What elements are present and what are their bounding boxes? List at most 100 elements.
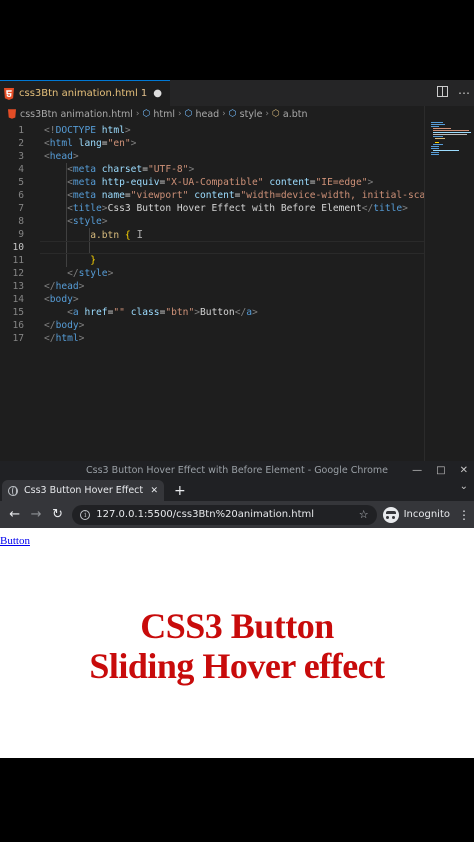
browser-tab-title: Css3 Button Hover Effect wi xyxy=(24,485,145,496)
breadcrumb-selector-label: a.btn xyxy=(282,108,308,120)
minimap-line xyxy=(431,126,439,127)
code-line: 5 <meta http-equiv="X-UA-Compatible" con… xyxy=(0,176,424,189)
url-text: 127.0.0.1:5500/css3Btn%20animation.html xyxy=(96,509,315,520)
line-number: 6 xyxy=(18,190,24,201)
breadcrumb-file[interactable]: css3Btn animation.html xyxy=(8,109,133,120)
line-number: 10 xyxy=(12,242,24,253)
code-line-active: 10 xyxy=(0,241,424,254)
line-number: 2 xyxy=(18,138,24,149)
line-number: 11 xyxy=(12,255,24,266)
split-editor-icon[interactable] xyxy=(437,86,448,100)
editor-actions: ⋯ xyxy=(437,80,470,106)
forward-button[interactable]: → xyxy=(25,507,46,522)
editor-tab-bar: css3Btn animation.html 1 ● ⋯ xyxy=(0,80,474,106)
code-line: 17 </html> xyxy=(0,332,424,345)
minimap-line xyxy=(433,130,469,131)
line-number: 16 xyxy=(12,320,24,331)
html5-icon xyxy=(4,87,14,100)
breadcrumb-head-label: head xyxy=(195,108,220,120)
incognito-icon xyxy=(382,506,399,523)
code-text: a.btn { I xyxy=(90,228,144,241)
unsaved-dot-icon[interactable]: ● xyxy=(153,88,162,99)
page-button-link[interactable]: Button xyxy=(0,535,30,547)
breadcrumb-head[interactable]: ⬡ head xyxy=(185,109,220,120)
code-line: 3 <head> xyxy=(0,150,424,163)
more-actions-icon[interactable]: ⋯ xyxy=(458,86,470,100)
maximize-icon[interactable]: □ xyxy=(436,465,445,476)
close-tab-icon[interactable]: ✕ xyxy=(150,486,158,496)
globe-icon xyxy=(8,485,18,496)
text-cursor-icon: I xyxy=(136,228,144,241)
minimap[interactable] xyxy=(424,106,474,462)
html5-icon xyxy=(8,109,16,119)
code-text: } xyxy=(90,255,96,266)
breadcrumb-file-label: css3Btn animation.html xyxy=(20,108,133,120)
code-line: 2 <html lang="en"> xyxy=(0,137,424,150)
element-cube-icon: ⬡ xyxy=(142,109,151,119)
line-number: 13 xyxy=(12,281,24,292)
minimap-line xyxy=(433,150,459,151)
minimap-line xyxy=(431,154,439,155)
back-button[interactable]: ← xyxy=(4,507,25,522)
video-caption: CSS3 Button Sliding Hover effect xyxy=(0,606,474,686)
editor-tab-css3btn[interactable]: css3Btn animation.html 1 ● xyxy=(0,80,170,106)
incognito-profile-button[interactable]: Incognito xyxy=(382,506,450,523)
caption-line-1: CSS3 Button xyxy=(140,606,334,646)
minimap-line xyxy=(433,132,471,133)
code-line: 7 <title>Css3 Button Hover Effect with B… xyxy=(0,202,424,215)
code-line: 11 } xyxy=(0,254,424,267)
code-text: <style> xyxy=(67,216,108,227)
line-number: 17 xyxy=(12,333,24,344)
chevron-right-icon: › xyxy=(265,109,270,119)
line-number: 5 xyxy=(18,177,24,188)
close-icon[interactable]: ✕ xyxy=(460,465,468,476)
minimap-line xyxy=(431,152,439,153)
chevron-right-icon: › xyxy=(135,109,140,119)
line-number: 4 xyxy=(18,164,24,175)
breadcrumb-style-label: style xyxy=(239,108,263,120)
incognito-label: Incognito xyxy=(403,509,450,520)
window-controls: — □ ✕ xyxy=(412,461,468,479)
browser-tab[interactable]: Css3 Button Hover Effect wi ✕ xyxy=(2,480,164,501)
new-tab-button[interactable]: + xyxy=(174,480,186,501)
address-bar[interactable]: i 127.0.0.1:5500/css3Btn%20animation.htm… xyxy=(72,504,377,525)
code-text: <a href="" class="btn">Button</a> xyxy=(67,307,258,318)
minimap-line xyxy=(431,124,445,125)
code-line: 13 </head> xyxy=(0,280,424,293)
line-number: 9 xyxy=(18,229,24,240)
code-line: 1 <!DOCTYPE html> xyxy=(0,124,424,137)
line-number: 15 xyxy=(12,307,24,318)
code-line: 14 <body> xyxy=(0,293,424,306)
code-text: <meta name="viewport" content="width=dev… xyxy=(67,190,426,201)
code-text: <!DOCTYPE html> xyxy=(44,125,131,136)
line-number: 1 xyxy=(18,125,24,136)
line-number: 7 xyxy=(18,203,24,214)
chevron-down-icon[interactable]: ⌄ xyxy=(460,481,468,492)
bookmark-star-icon[interactable]: ☆ xyxy=(359,508,369,521)
code-text: </head> xyxy=(44,281,85,292)
current-line-highlight xyxy=(40,241,424,254)
code-line: 8 <style> xyxy=(0,215,424,228)
kebab-menu-icon[interactable]: ⋮ xyxy=(458,508,470,522)
element-cube-icon: ⬡ xyxy=(228,109,237,119)
editor-tab-label: css3Btn animation.html xyxy=(19,88,138,99)
site-info-icon[interactable]: i xyxy=(80,509,91,520)
code-editor-window: css3Btn animation.html 1 ● ⋯ css3Btn ani… xyxy=(0,80,474,462)
code-line: 16 </body> xyxy=(0,319,424,332)
reload-button[interactable]: ↻ xyxy=(47,507,68,522)
code-text: </html> xyxy=(44,333,85,344)
browser-toolbar: ← → ↻ i 127.0.0.1:5500/css3Btn%20animati… xyxy=(0,501,474,528)
breadcrumb: css3Btn animation.html › ⬡ html › ⬡ head… xyxy=(0,106,474,122)
breadcrumb-html[interactable]: ⬡ html xyxy=(142,109,175,120)
minimize-icon[interactable]: — xyxy=(412,465,422,476)
code-line: 15 <a href="" class="btn">Button</a> xyxy=(0,306,424,319)
code-text: </style> xyxy=(67,268,114,279)
code-text: <body> xyxy=(44,294,79,305)
minimap-line xyxy=(431,122,443,123)
code-line: 12 </style> xyxy=(0,267,424,280)
breadcrumb-style[interactable]: ⬡ style xyxy=(229,109,263,120)
code-text: <meta http-equiv="X-UA-Compatible" conte… xyxy=(67,177,374,188)
code-text: <title>Css3 Button Hover Effect with Bef… xyxy=(67,203,408,214)
breadcrumb-selector[interactable]: ⬡ a.btn xyxy=(272,109,307,120)
code-area[interactable]: 1 <!DOCTYPE html> 2 <html lang="en"> 3 <hea… xyxy=(0,124,426,462)
